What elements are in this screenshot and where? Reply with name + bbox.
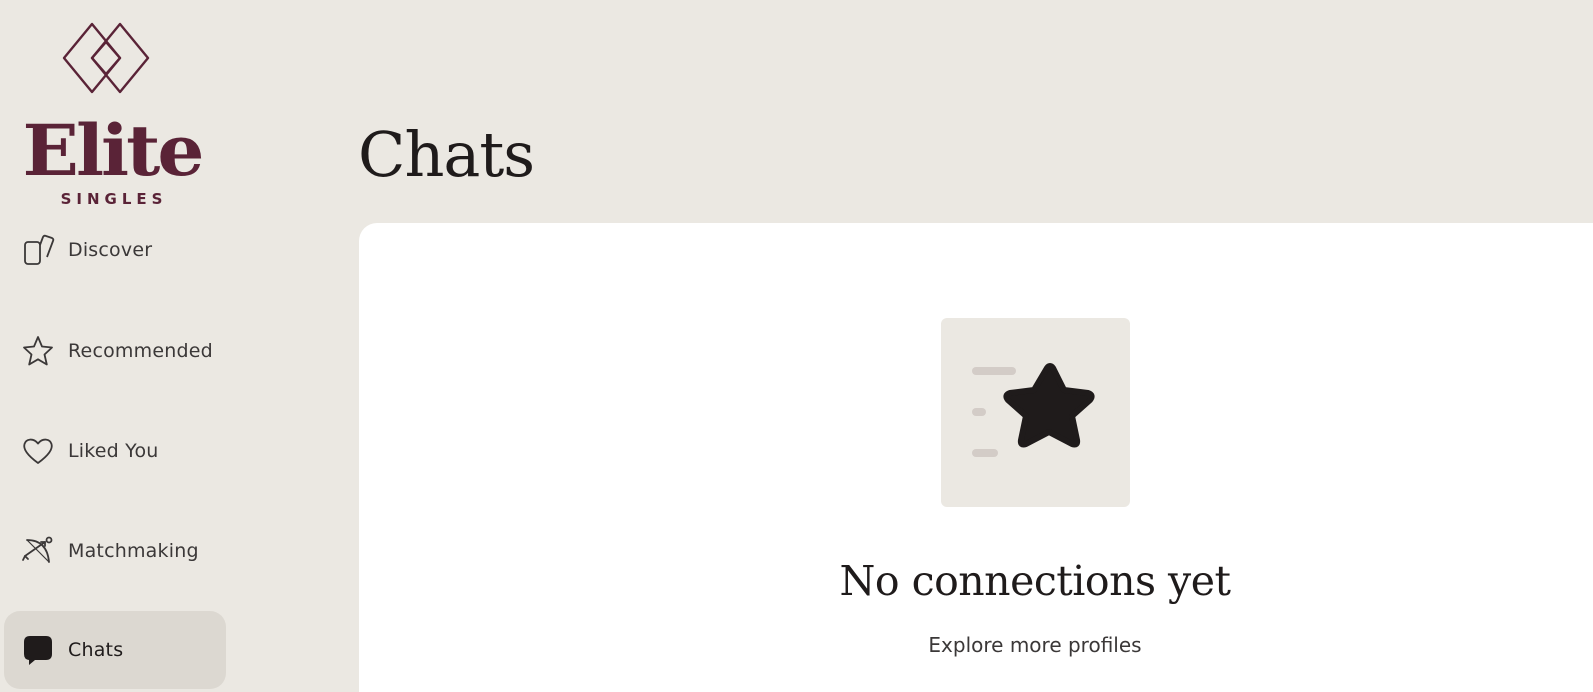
- star-list-icon: [972, 363, 1095, 457]
- sidebar-item-label: Liked You: [68, 440, 159, 462]
- chat-bubble-icon: [20, 632, 56, 668]
- bow-arrow-icon: [20, 533, 56, 569]
- heart-icon: [20, 433, 56, 469]
- sidebar-item-label: Matchmaking: [68, 540, 199, 562]
- sidebar-item-label: Recommended: [68, 340, 213, 362]
- sidebar-item-liked-you[interactable]: Liked You: [4, 412, 226, 490]
- page-title: Chats: [358, 118, 535, 191]
- logo-wordmark: Elite SINGLES: [2, 110, 222, 208]
- sidebar-item-recommended[interactable]: Recommended: [4, 312, 226, 390]
- logo-tagline: SINGLES: [60, 190, 168, 208]
- sidebar-item-chats[interactable]: Chats: [4, 611, 226, 689]
- diamond-logo-icon: [62, 22, 150, 94]
- empty-state-title: No connections yet: [839, 557, 1231, 605]
- empty-state-illustration: [941, 318, 1130, 507]
- logo-word: Elite: [22, 110, 205, 192]
- explore-profiles-link[interactable]: Explore more profiles: [359, 633, 1593, 657]
- sidebar-item-discover[interactable]: Discover: [4, 211, 226, 289]
- star-icon: [20, 333, 56, 369]
- sidebar-item-label: Chats: [68, 639, 124, 661]
- cards-icon: [20, 232, 56, 268]
- sidebar-item-matchmaking[interactable]: Matchmaking: [4, 512, 226, 590]
- chats-panel: No connections yet Explore more profiles: [359, 223, 1593, 692]
- sidebar-item-label: Discover: [68, 239, 153, 261]
